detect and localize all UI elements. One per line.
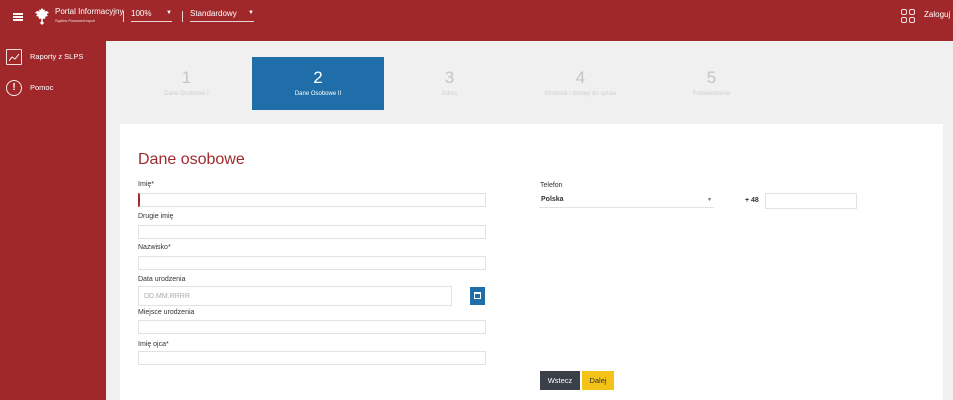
chevron-down-icon: ▼ <box>166 10 172 16</box>
zoom-value: 100% <box>131 9 152 18</box>
step-label: Dane Osobowe II <box>294 91 342 97</box>
divider <box>182 11 183 22</box>
form-title: Dane osobowe <box>138 151 245 168</box>
brand-title: Portal Informacyjny <box>55 7 124 16</box>
sidebar-item-label: Raporty z SLPS <box>30 52 84 61</box>
second-name-label: Drugie imię <box>138 213 174 220</box>
step-number: 1 <box>181 68 192 87</box>
step-2-active[interactable]: 2 Dane Osobowe II <box>252 57 384 110</box>
phone-label: Telefon <box>540 182 563 189</box>
sidebar-item-help[interactable]: ! Pomoc <box>6 80 102 102</box>
sidebar: Raporty z SLPS ! Pomoc <box>0 41 106 400</box>
father-name-label: Imię ojca* <box>138 341 169 348</box>
father-name-input[interactable] <box>138 351 486 365</box>
calendar-icon <box>474 292 481 299</box>
phone-number-input[interactable] <box>765 193 857 209</box>
step-label: Adres <box>441 91 458 97</box>
chevron-down-icon: ▼ <box>248 10 254 16</box>
sidebar-item-label: Pomoc <box>30 83 54 92</box>
calendar-button[interactable] <box>470 287 485 305</box>
birth-date-label: Data urodzenia <box>138 276 186 283</box>
brand-subtitle: Sądów Powszechnych <box>55 18 96 23</box>
step-number: 4 <box>575 68 586 87</box>
divider <box>123 11 124 22</box>
step-label: Wniosek i dostęp do spraw <box>544 91 617 97</box>
help-icon: ! <box>6 80 22 96</box>
zoom-select[interactable]: 100% ▼ <box>131 8 172 22</box>
first-name-label: Imię* <box>138 181 154 188</box>
sidebar-item-reports[interactable]: Raporty z SLPS <box>6 49 102 71</box>
birth-date-input[interactable] <box>138 286 452 306</box>
brand[interactable]: Portal Informacyjny Sądów Powszechnych <box>55 8 123 23</box>
theme-value: Standardowy <box>190 9 237 18</box>
step-number: 5 <box>706 68 717 87</box>
menu-icon[interactable] <box>13 13 23 21</box>
phone-prefix: + 48 <box>745 197 759 204</box>
back-button[interactable]: Wstecz <box>540 371 580 390</box>
step-1[interactable]: 1 Dane Osobowe I <box>121 57 252 110</box>
step-label: Dane Osobowe I <box>164 91 209 97</box>
birth-place-label: Miejsce urodzenia <box>138 309 195 316</box>
next-button[interactable]: Dalej <box>582 371 614 390</box>
first-name-input[interactable] <box>138 193 486 207</box>
step-4[interactable]: 4 Wniosek i dostęp do spraw <box>515 57 646 110</box>
step-3[interactable]: 3 Adres <box>384 57 515 110</box>
phone-country-value: Polska <box>541 196 564 203</box>
step-number: 2 <box>313 68 323 87</box>
step-number: 3 <box>444 68 455 87</box>
eagle-emblem-icon <box>35 8 49 25</box>
step-5[interactable]: 5 Potwierdzenie <box>646 57 777 110</box>
theme-select[interactable]: Standardowy ▼ <box>190 8 254 22</box>
top-bar: Portal Informacyjny Sądów Powszechnych 1… <box>0 0 953 41</box>
birth-place-input[interactable] <box>138 320 486 334</box>
step-label: Potwierdzenie <box>692 91 731 97</box>
apps-grid-icon[interactable] <box>901 9 915 23</box>
login-link[interactable]: Zaloguj <box>924 10 950 19</box>
last-name-label: Nazwisko* <box>138 244 171 251</box>
last-name-input[interactable] <box>138 256 486 270</box>
phone-country-select[interactable]: Polska ▼ <box>539 193 714 208</box>
report-icon <box>6 49 22 65</box>
chevron-down-icon: ▼ <box>707 197 712 203</box>
second-name-input[interactable] <box>138 225 486 239</box>
